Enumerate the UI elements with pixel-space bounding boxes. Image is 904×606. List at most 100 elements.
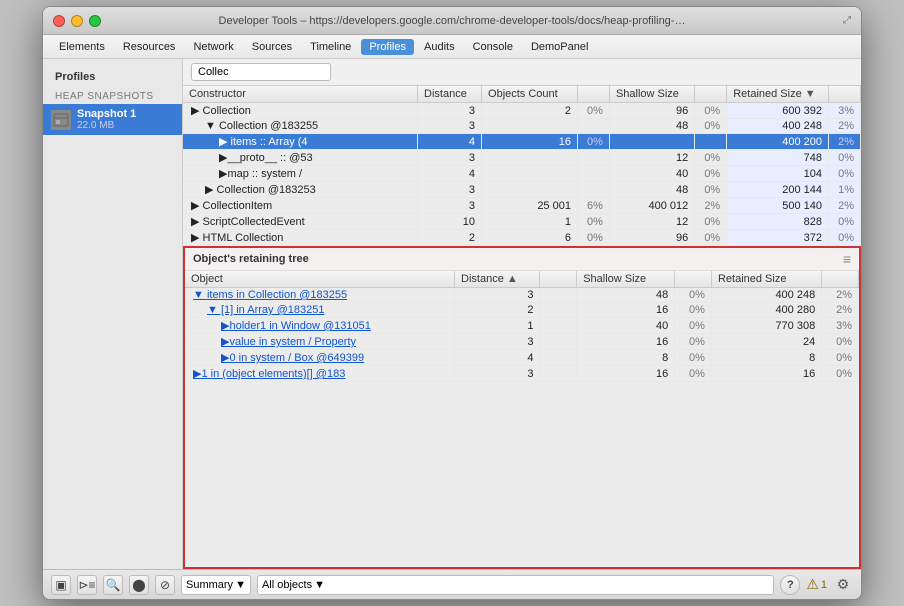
sidebar: Profiles HEAP SNAPSHOTS Snapshot 1 22.0 … [43, 59, 183, 569]
table-row[interactable]: ▶value in system / Property 3 16 0% 24 0… [185, 334, 859, 350]
help-button[interactable]: ? [780, 575, 800, 595]
cell-constructor: ▶ items :: Array (4 [183, 134, 418, 150]
cell-retained: 400 280 [711, 303, 821, 318]
search-bar [183, 59, 861, 86]
table-row[interactable]: ▶ Collection 3 2 0% 96 0% 600 392 3% [183, 103, 861, 119]
table-row[interactable]: ▶ Collection @183253 3 48 0% 200 144 1% [183, 182, 861, 198]
cell-obj-pct: 0% [577, 103, 609, 119]
expand-icon[interactable]: ⤢ [843, 15, 851, 26]
th-distance[interactable]: Distance [418, 86, 482, 103]
th-retained-size[interactable]: Retained Size [727, 86, 829, 103]
cell-obj-count: 16 [482, 134, 578, 150]
cell-distance: 4 [455, 350, 540, 366]
table-row[interactable]: ▶__proto__ :: @53 3 12 0% 748 0% [183, 150, 861, 166]
cell-obj-pct: 0% [577, 134, 609, 150]
cell-obj-pct [577, 182, 609, 198]
table-row[interactable]: ▶0 in system / Box @649399 4 8 0% 8 0% [185, 350, 859, 366]
menu-profiles[interactable]: Profiles [361, 39, 414, 55]
cell-distance: 3 [455, 366, 540, 382]
rth-shallow[interactable]: Shallow Size [577, 271, 675, 288]
cell-distance: 3 [455, 334, 540, 350]
table-row[interactable]: ▶ items :: Array (4 4 16 0% 400 200 2% [183, 134, 861, 150]
cell-dist-pct [540, 288, 577, 303]
cell-constructor: ▶__proto__ :: @53 [183, 150, 418, 166]
table-row[interactable]: ▼ items in Collection @183255 3 48 0% 40… [185, 288, 859, 303]
title-bar: Developer Tools – https://developers.goo… [43, 7, 861, 35]
compare-button[interactable]: ⊘ [155, 575, 175, 595]
rth-object[interactable]: Object [185, 271, 455, 288]
retaining-tree-menu[interactable]: ≡ [843, 251, 851, 267]
th-objects-count[interactable]: Objects Count [482, 86, 578, 103]
snapshot-button[interactable]: ⬤ [129, 575, 149, 595]
table-row[interactable]: ▶1 in (object elements)[] @183 3 16 0% 1… [185, 366, 859, 382]
cell-shallow: 96 [609, 103, 694, 119]
menu-demopanel[interactable]: DemoPanel [523, 39, 596, 55]
cell-shallow: 40 [609, 166, 694, 182]
cell-shallow-pct [695, 134, 727, 150]
all-objects-dropdown[interactable]: All objects ▼ [257, 575, 774, 595]
summary-label: Summary [186, 579, 233, 591]
menu-network[interactable]: Network [185, 39, 241, 55]
cell-retained: 770 308 [711, 318, 821, 334]
menu-timeline[interactable]: Timeline [302, 39, 359, 55]
table-row[interactable]: ▶holder1 in Window @131051 1 40 0% 770 3… [185, 318, 859, 334]
cell-retained: 8 [711, 350, 821, 366]
menu-audits[interactable]: Audits [416, 39, 463, 55]
table-row[interactable]: ▼ [1] in Array @183251 2 16 0% 400 280 2… [185, 303, 859, 318]
sidebar-item-snapshot1[interactable]: Snapshot 1 22.0 MB [43, 104, 182, 135]
cell-shallow-pct: 0% [675, 366, 712, 382]
cell-obj-pct [577, 166, 609, 182]
search-button[interactable]: 🔍 [103, 575, 123, 595]
cell-retained: 104 [727, 166, 829, 182]
cell-constructor: ▶map :: system / [183, 166, 418, 182]
menu-sources[interactable]: Sources [244, 39, 300, 55]
th-shallow-size[interactable]: Shallow Size [609, 86, 694, 103]
cell-constructor: ▶ CollectionItem [183, 198, 418, 214]
settings-button[interactable]: ⚙ [833, 575, 853, 595]
snapshot-icon [51, 110, 71, 130]
search-input[interactable] [191, 63, 331, 81]
cell-obj-count [482, 166, 578, 182]
console-button[interactable]: ⊳≡ [77, 575, 97, 595]
rth-dist-pct [540, 271, 577, 288]
summary-dropdown[interactable]: Summary ▼ [181, 575, 251, 595]
maximize-button[interactable] [89, 15, 101, 27]
cell-object: ▶1 in (object elements)[] @183 [185, 366, 455, 382]
heap-snapshots-section: HEAP SNAPSHOTS [43, 87, 182, 104]
content-area: Constructor Distance Objects Count Shall… [183, 59, 861, 569]
cell-obj-count: 2 [482, 103, 578, 119]
cell-retained: 16 [711, 366, 821, 382]
table-row[interactable]: ▶map :: system / 4 40 0% 104 0% [183, 166, 861, 182]
th-constructor[interactable]: Constructor [183, 86, 418, 103]
cell-distance: 10 [418, 214, 482, 230]
cell-shallow: 12 [609, 150, 694, 166]
cell-dist-pct [540, 350, 577, 366]
cell-obj-pct [577, 150, 609, 166]
menu-resources[interactable]: Resources [115, 39, 184, 55]
menu-elements[interactable]: Elements [51, 39, 113, 55]
cell-shallow-pct: 0% [675, 334, 712, 350]
close-button[interactable] [53, 15, 65, 27]
cell-distance: 2 [455, 303, 540, 318]
table-row[interactable]: ▶ ScriptCollectedEvent 10 1 0% 12 0% 828… [183, 214, 861, 230]
rth-retained[interactable]: Retained Size [711, 271, 821, 288]
cell-retained: 600 392 [727, 103, 829, 119]
th-retained-pct [828, 86, 860, 103]
minimize-button[interactable] [71, 15, 83, 27]
cell-retained-pct: 0% [828, 150, 860, 166]
menu-console[interactable]: Console [465, 39, 521, 55]
cell-shallow-pct: 0% [695, 166, 727, 182]
cell-distance: 4 [418, 166, 482, 182]
record-button[interactable]: ▣ [51, 575, 71, 595]
cell-constructor: ▶ Collection @183253 [183, 182, 418, 198]
rth-distance[interactable]: Distance [455, 271, 540, 288]
cell-obj-count: 1 [482, 214, 578, 230]
table-row[interactable]: ▶ HTML Collection 2 6 0% 96 0% 372 0% [183, 230, 861, 246]
cell-retained-pct: 1% [828, 182, 860, 198]
all-objects-arrow: ▼ [314, 579, 325, 591]
rth-retained-pct [822, 271, 859, 288]
cell-dist-pct [540, 334, 577, 350]
table-row[interactable]: ▶ CollectionItem 3 25 001 6% 400 012 2% … [183, 198, 861, 214]
table-row[interactable]: ▼ Collection @183255 3 48 0% 400 248 2% [183, 119, 861, 134]
cell-retained: 400 248 [711, 288, 821, 303]
